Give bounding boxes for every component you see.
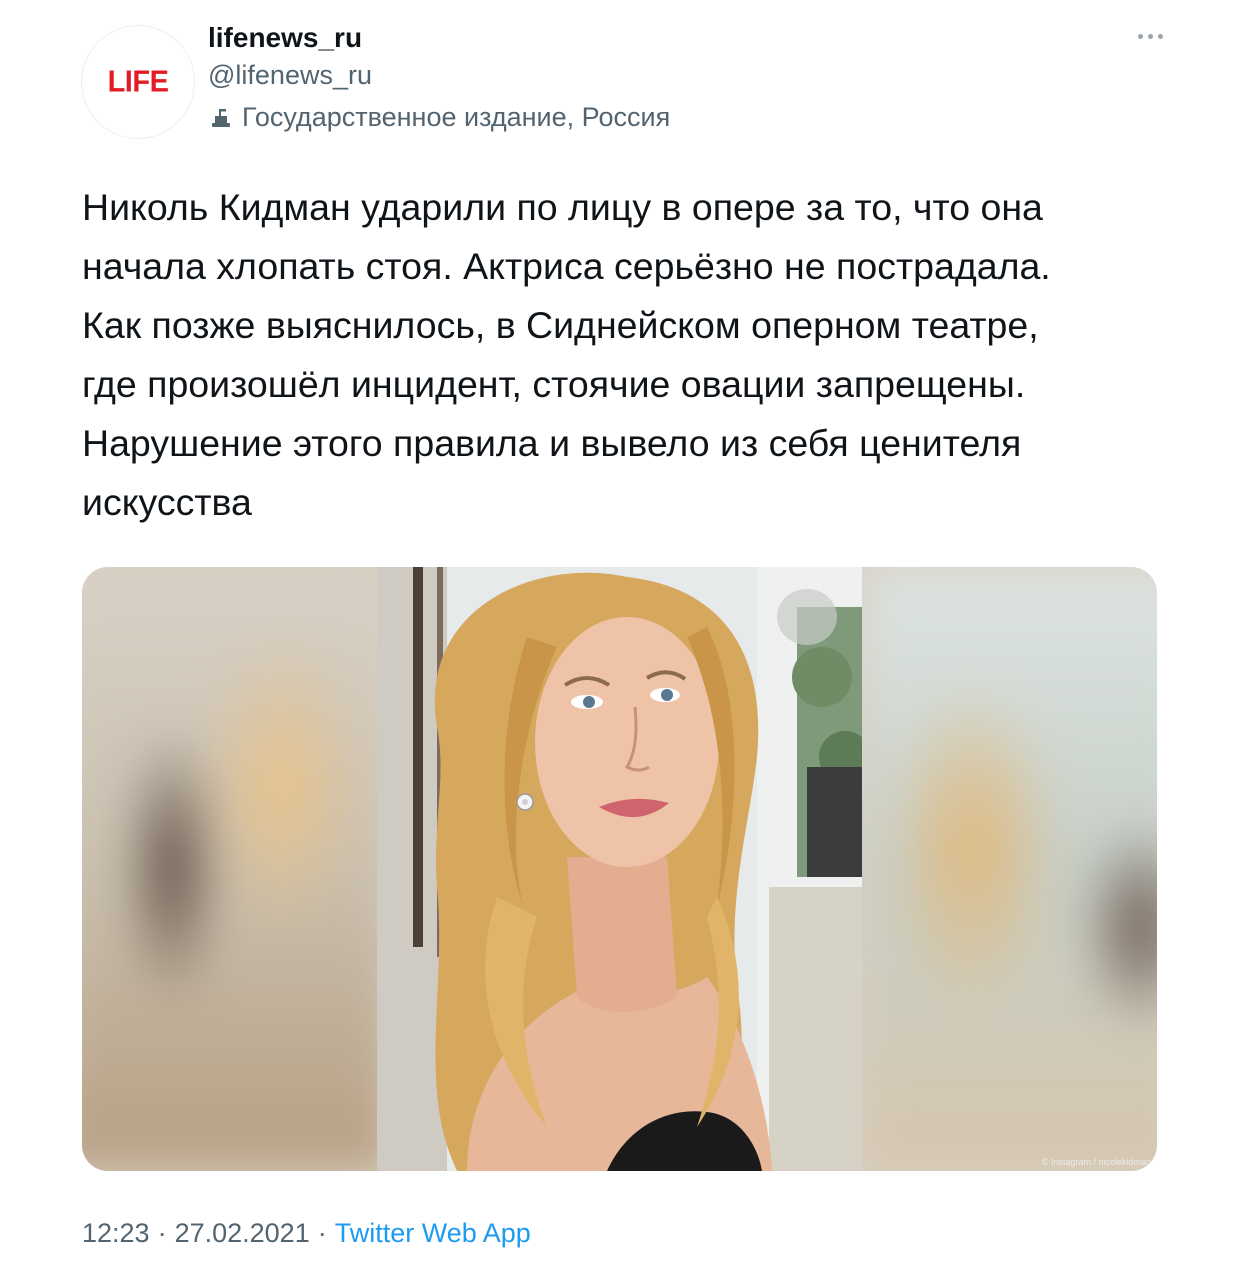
- tweet-meta: 12:23 · 27.02.2021 · Twitter Web App: [82, 1218, 531, 1249]
- display-name[interactable]: lifenews_ru: [208, 22, 362, 54]
- portrait-illustration: [377, 567, 862, 1171]
- user-handle[interactable]: @lifenews_ru: [208, 60, 372, 91]
- tweet-media[interactable]: © Instagram / nicolekidman: [82, 567, 1157, 1171]
- more-options-icon[interactable]: [1138, 34, 1163, 39]
- meta-separator: ·: [157, 1218, 167, 1248]
- state-media-label-text: Государственное издание, Россия: [242, 102, 671, 132]
- podium-icon: [208, 105, 234, 131]
- media-blur-right: [862, 567, 1157, 1171]
- avatar[interactable]: LIFE: [82, 26, 194, 138]
- tweet-time[interactable]: 12:23: [82, 1218, 150, 1249]
- life-logo: LIFE: [107, 64, 169, 99]
- portrait-photo[interactable]: [377, 567, 862, 1171]
- state-media-label[interactable]: Государственное издание, Россия: [208, 102, 670, 133]
- tweet-source-link[interactable]: Twitter Web App: [335, 1218, 531, 1249]
- tweet-date[interactable]: 27.02.2021: [175, 1218, 310, 1249]
- tweet-card: LIFE lifenews_ru @lifenews_ru Государств…: [0, 0, 1239, 1280]
- tweet-text: Николь Кидман ударили по лицу в опере за…: [82, 186, 1051, 523]
- media-blur-left: [82, 567, 392, 1171]
- media-credit: © Instagram / nicolekidman: [1041, 1157, 1151, 1167]
- meta-separator: ·: [317, 1218, 327, 1248]
